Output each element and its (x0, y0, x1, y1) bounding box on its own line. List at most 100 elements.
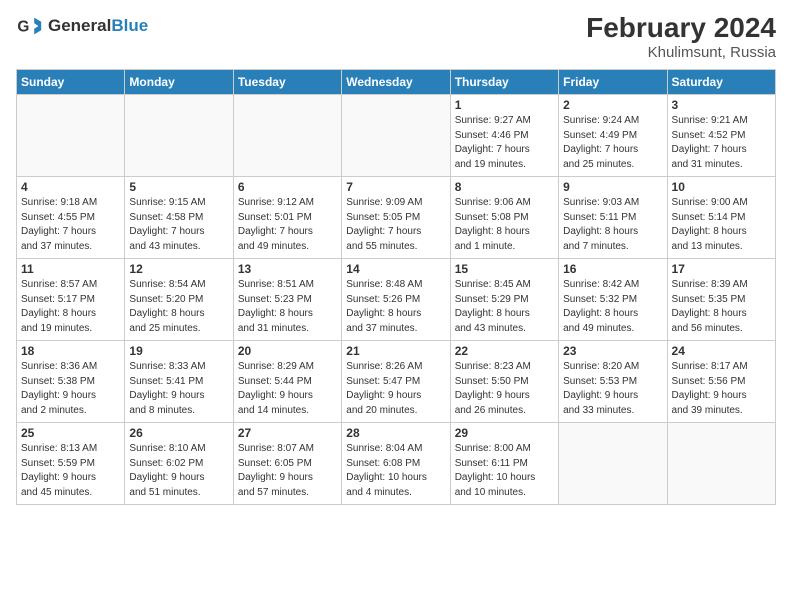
day-number: 9 (563, 180, 662, 194)
col-header-wednesday: Wednesday (342, 70, 450, 95)
day-number: 23 (563, 344, 662, 358)
day-info: Sunrise: 8:57 AM Sunset: 5:17 PM Dayligh… (21, 278, 120, 336)
calendar-cell: 17 Sunrise: 8:39 AM Sunset: 5:35 PM Dayli… (667, 259, 775, 341)
day-number: 12 (129, 262, 228, 276)
col-header-friday: Friday (559, 70, 667, 95)
day-info: Sunrise: 9:18 AM Sunset: 4:55 PM Dayligh… (21, 196, 120, 254)
day-info: Sunrise: 8:26 AM Sunset: 5:47 PM Dayligh… (346, 360, 445, 418)
calendar-cell: 20Sunrise: 8:29 AM Sunset: 5:44 PM Dayli… (233, 341, 341, 423)
day-info: Sunrise: 8:45 AM Sunset: 5:29 PM Dayligh… (455, 278, 554, 336)
calendar-cell: 26 Sunrise: 8:10 AM Sunset: 6:02 PM Dayli… (125, 423, 233, 505)
day-number: 5 (129, 180, 228, 194)
title-block: February 2024 Khulimsunt, Russia (586, 12, 776, 61)
page-container: G GeneralBlue February 2024 Khulimsunt, … (0, 0, 792, 513)
calendar-cell (342, 95, 450, 177)
calendar-cell: 29Sunrise: 8:00 AM Sunset: 6:11 PM Dayli… (450, 423, 558, 505)
col-header-tuesday: Tuesday (233, 70, 341, 95)
week-row-3: 11 Sunrise: 8:57 AM Sunset: 5:17 PM Dayli… (17, 259, 776, 341)
calendar-cell: 15 Sunrise: 8:45 AM Sunset: 5:29 PM Dayli… (450, 259, 558, 341)
calendar-cell: 19 Sunrise: 8:33 AM Sunset: 5:41 PM Dayli… (125, 341, 233, 423)
day-number: 8 (455, 180, 554, 194)
day-info: Sunrise: 8:00 AM Sunset: 6:11 PM Dayligh… (455, 442, 554, 500)
calendar-cell: 6 Sunrise: 9:12 AM Sunset: 5:01 PM Daylig… (233, 177, 341, 259)
day-info: Sunrise: 8:10 AM Sunset: 6:02 PM Dayligh… (129, 442, 228, 500)
day-info: Sunrise: 8:04 AM Sunset: 6:08 PM Dayligh… (346, 442, 445, 500)
calendar-cell: 5 Sunrise: 9:15 AM Sunset: 4:58 PM Daylig… (125, 177, 233, 259)
col-header-thursday: Thursday (450, 70, 558, 95)
location: Khulimsunt, Russia (586, 44, 776, 61)
calendar-cell (125, 95, 233, 177)
day-info: Sunrise: 8:17 AM Sunset: 5:56 PM Dayligh… (672, 360, 771, 418)
day-number: 3 (672, 98, 771, 112)
calendar-cell: 4 Sunrise: 9:18 AM Sunset: 4:55 PM Daylig… (17, 177, 125, 259)
day-number: 25 (21, 426, 120, 440)
page-header: G GeneralBlue February 2024 Khulimsunt, … (16, 12, 776, 61)
day-number: 26 (129, 426, 228, 440)
day-info: Sunrise: 9:09 AM Sunset: 5:05 PM Dayligh… (346, 196, 445, 254)
day-info: Sunrise: 8:20 AM Sunset: 5:53 PM Dayligh… (563, 360, 662, 418)
day-number: 1 (455, 98, 554, 112)
svg-text:G: G (17, 19, 29, 36)
day-number: 27 (238, 426, 337, 440)
day-info: Sunrise: 9:21 AM Sunset: 4:52 PM Dayligh… (672, 114, 771, 172)
day-info: Sunrise: 8:39 AM Sunset: 5:35 PM Dayligh… (672, 278, 771, 336)
day-info: Sunrise: 9:27 AM Sunset: 4:46 PM Dayligh… (455, 114, 554, 172)
day-info: Sunrise: 9:03 AM Sunset: 5:11 PM Dayligh… (563, 196, 662, 254)
day-info: Sunrise: 8:23 AM Sunset: 5:50 PM Dayligh… (455, 360, 554, 418)
day-number: 7 (346, 180, 445, 194)
calendar-cell (559, 423, 667, 505)
calendar-cell: 27Sunrise: 8:07 AM Sunset: 6:05 PM Dayli… (233, 423, 341, 505)
day-number: 4 (21, 180, 120, 194)
calendar-cell: 23 Sunrise: 8:20 AM Sunset: 5:53 PM Dayli… (559, 341, 667, 423)
day-number: 21 (346, 344, 445, 358)
day-info: Sunrise: 9:12 AM Sunset: 5:01 PM Dayligh… (238, 196, 337, 254)
day-number: 17 (672, 262, 771, 276)
day-info: Sunrise: 8:51 AM Sunset: 5:23 PM Dayligh… (238, 278, 337, 336)
day-number: 14 (346, 262, 445, 276)
calendar-cell: 10 Sunrise: 9:00 AM Sunset: 5:14 PM Dayli… (667, 177, 775, 259)
week-row-2: 4 Sunrise: 9:18 AM Sunset: 4:55 PM Daylig… (17, 177, 776, 259)
logo-icon: G (16, 12, 44, 40)
week-row-4: 18Sunrise: 8:36 AM Sunset: 5:38 PM Dayli… (17, 341, 776, 423)
calendar-header-row: SundayMondayTuesdayWednesdayThursdayFrid… (17, 70, 776, 95)
col-header-monday: Monday (125, 70, 233, 95)
day-number: 18 (21, 344, 120, 358)
calendar-cell (233, 95, 341, 177)
day-number: 20 (238, 344, 337, 358)
calendar-cell: 2 Sunrise: 9:24 AM Sunset: 4:49 PM Daylig… (559, 95, 667, 177)
day-number: 6 (238, 180, 337, 194)
month-title: February 2024 (586, 12, 776, 44)
week-row-5: 25 Sunrise: 8:13 AM Sunset: 5:59 PM Dayli… (17, 423, 776, 505)
day-number: 22 (455, 344, 554, 358)
calendar-cell: 12 Sunrise: 8:54 AM Sunset: 5:20 PM Dayli… (125, 259, 233, 341)
day-info: Sunrise: 8:33 AM Sunset: 5:41 PM Dayligh… (129, 360, 228, 418)
day-info: Sunrise: 9:00 AM Sunset: 5:14 PM Dayligh… (672, 196, 771, 254)
calendar-cell: 21 Sunrise: 8:26 AM Sunset: 5:47 PM Dayli… (342, 341, 450, 423)
day-info: Sunrise: 8:13 AM Sunset: 5:59 PM Dayligh… (21, 442, 120, 500)
day-number: 24 (672, 344, 771, 358)
col-header-sunday: Sunday (17, 70, 125, 95)
calendar-cell: 16 Sunrise: 8:42 AM Sunset: 5:32 PM Dayli… (559, 259, 667, 341)
day-info: Sunrise: 8:48 AM Sunset: 5:26 PM Dayligh… (346, 278, 445, 336)
day-number: 11 (21, 262, 120, 276)
day-number: 16 (563, 262, 662, 276)
calendar-cell: 14 Sunrise: 8:48 AM Sunset: 5:26 PM Dayli… (342, 259, 450, 341)
day-number: 2 (563, 98, 662, 112)
day-info: Sunrise: 9:24 AM Sunset: 4:49 PM Dayligh… (563, 114, 662, 172)
day-number: 28 (346, 426, 445, 440)
calendar-cell: 8 Sunrise: 9:06 AM Sunset: 5:08 PM Daylig… (450, 177, 558, 259)
day-info: Sunrise: 8:42 AM Sunset: 5:32 PM Dayligh… (563, 278, 662, 336)
calendar-cell: 7 Sunrise: 9:09 AM Sunset: 5:05 PM Daylig… (342, 177, 450, 259)
calendar-cell: 9 Sunrise: 9:03 AM Sunset: 5:11 PM Daylig… (559, 177, 667, 259)
day-info: Sunrise: 8:54 AM Sunset: 5:20 PM Dayligh… (129, 278, 228, 336)
day-number: 19 (129, 344, 228, 358)
calendar-cell: 22 Sunrise: 8:23 AM Sunset: 5:50 PM Dayli… (450, 341, 558, 423)
calendar-cell (667, 423, 775, 505)
day-info: Sunrise: 9:15 AM Sunset: 4:58 PM Dayligh… (129, 196, 228, 254)
calendar-cell: 13Sunrise: 8:51 AM Sunset: 5:23 PM Dayli… (233, 259, 341, 341)
day-number: 10 (672, 180, 771, 194)
day-info: Sunrise: 9:06 AM Sunset: 5:08 PM Dayligh… (455, 196, 554, 254)
col-header-saturday: Saturday (667, 70, 775, 95)
day-number: 15 (455, 262, 554, 276)
calendar-cell: 25 Sunrise: 8:13 AM Sunset: 5:59 PM Dayli… (17, 423, 125, 505)
